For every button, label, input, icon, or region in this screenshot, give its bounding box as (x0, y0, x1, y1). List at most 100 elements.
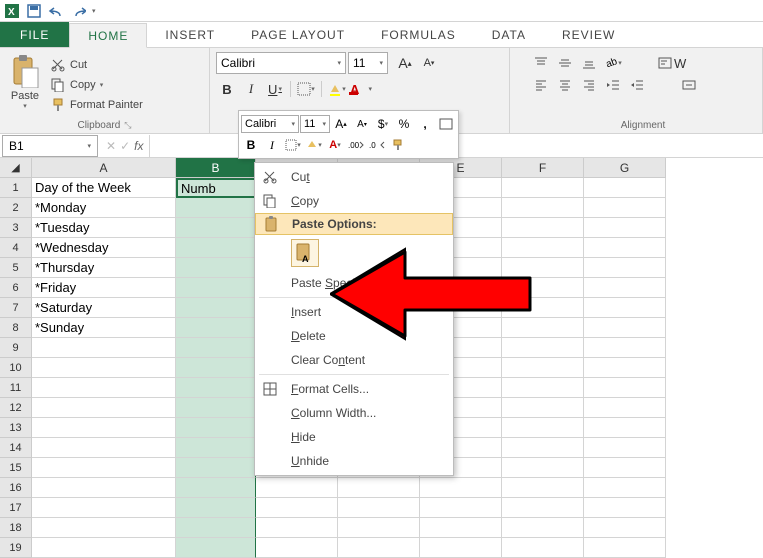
dialog-launcher-icon[interactable]: ⤡ (124, 120, 131, 130)
align-left-icon[interactable] (530, 74, 552, 96)
row-header[interactable]: 4 (0, 238, 32, 258)
cell[interactable] (584, 218, 666, 238)
cell[interactable] (420, 498, 502, 518)
mini-borders-icon[interactable]: ▾ (283, 136, 303, 154)
row-header[interactable]: 9 (0, 338, 32, 358)
decrease-indent-icon[interactable] (602, 74, 624, 96)
mini-italic-button[interactable]: I (262, 136, 282, 154)
align-right-icon[interactable] (578, 74, 600, 96)
merge-center-button[interactable] (682, 74, 696, 96)
align-middle-icon[interactable] (554, 52, 576, 74)
row-header[interactable]: 8 (0, 318, 32, 338)
cell[interactable] (502, 338, 584, 358)
tab-review[interactable]: REVIEW (544, 22, 633, 47)
fx-icon[interactable]: fx (134, 139, 143, 153)
cell[interactable] (584, 278, 666, 298)
cell[interactable] (584, 438, 666, 458)
cell[interactable] (338, 518, 420, 538)
cell[interactable] (32, 398, 176, 418)
increase-font-icon[interactable]: A▴ (394, 52, 416, 74)
cell[interactable]: *Thursday (32, 258, 176, 278)
tab-file[interactable]: FILE (0, 22, 69, 47)
name-box[interactable]: B1▾ (2, 135, 98, 157)
cell[interactable] (502, 318, 584, 338)
mini-decrease-font-icon[interactable]: A▾ (352, 115, 372, 133)
cell[interactable]: *Wednesday (32, 238, 176, 258)
format-painter-button[interactable]: Format Painter (50, 97, 143, 113)
mini-size-combo[interactable]: 11▾ (300, 115, 330, 133)
cell[interactable] (502, 218, 584, 238)
align-bottom-icon[interactable] (578, 52, 600, 74)
qat-customize-icon[interactable]: ▾ (92, 7, 96, 15)
cell[interactable] (502, 178, 584, 198)
row-header[interactable]: 6 (0, 278, 32, 298)
paste-dropdown-icon[interactable]: ▾ (23, 102, 27, 110)
row-header[interactable]: 5 (0, 258, 32, 278)
cell[interactable] (338, 538, 420, 558)
cell[interactable] (338, 478, 420, 498)
cell[interactable] (502, 478, 584, 498)
cell[interactable] (584, 198, 666, 218)
paste-option-all[interactable]: A (291, 239, 319, 267)
cell[interactable] (176, 218, 256, 238)
ctx-paste-special[interactable]: Paste Special... (255, 271, 453, 295)
cell[interactable] (176, 298, 256, 318)
copy-button[interactable]: Copy ▾ (50, 77, 143, 93)
cell[interactable] (502, 298, 584, 318)
cell[interactable] (32, 358, 176, 378)
font-name-combo[interactable]: Calibri▾ (216, 52, 346, 74)
tab-formulas[interactable]: FORMULAS (363, 22, 474, 47)
mini-font-color-icon[interactable]: A▾ (325, 136, 345, 154)
save-icon[interactable] (26, 3, 42, 19)
cell[interactable] (32, 498, 176, 518)
row-header[interactable]: 2 (0, 198, 32, 218)
ctx-unhide[interactable]: Unhide (255, 449, 453, 473)
mini-currency-icon[interactable]: $▾ (373, 115, 393, 133)
ctx-clear-contents[interactable]: Clear Content (255, 348, 453, 372)
cut-button[interactable]: Cut (50, 57, 143, 73)
cell[interactable] (176, 358, 256, 378)
cell[interactable] (584, 538, 666, 558)
decrease-font-icon[interactable]: A▾ (418, 52, 440, 74)
mini-dec2-icon[interactable]: .0 (367, 136, 387, 154)
cell[interactable] (502, 278, 584, 298)
row-header[interactable]: 14 (0, 438, 32, 458)
tab-data[interactable]: DATA (474, 22, 544, 47)
orientation-icon[interactable]: ab▾ (602, 52, 624, 74)
cell[interactable] (176, 378, 256, 398)
italic-button[interactable]: I (240, 78, 262, 100)
cell[interactable] (420, 538, 502, 558)
wrap-text-button[interactable]: W (658, 52, 686, 74)
bold-button[interactable]: B (216, 78, 238, 100)
cell[interactable] (176, 498, 256, 518)
ctx-insert[interactable]: Insert (255, 300, 453, 324)
mini-font-combo[interactable]: Calibri▾ (241, 115, 299, 133)
cell[interactable] (502, 378, 584, 398)
cell[interactable] (502, 198, 584, 218)
row-header[interactable]: 3 (0, 218, 32, 238)
cell[interactable] (502, 238, 584, 258)
enter-icon[interactable]: ✓ (120, 139, 130, 153)
cell[interactable]: *Monday (32, 198, 176, 218)
row-header[interactable]: 12 (0, 398, 32, 418)
mini-comma-icon[interactable]: , (415, 115, 435, 133)
cell[interactable] (502, 418, 584, 438)
cell[interactable] (584, 338, 666, 358)
mini-merge-icon[interactable] (436, 115, 456, 133)
cell[interactable] (32, 538, 176, 558)
cell[interactable] (256, 498, 338, 518)
font-size-combo[interactable]: 11▾ (348, 52, 388, 74)
cell[interactable] (502, 538, 584, 558)
cell[interactable] (584, 498, 666, 518)
cell[interactable]: Numb (176, 178, 256, 198)
cell[interactable] (176, 318, 256, 338)
cell[interactable]: *Tuesday (32, 218, 176, 238)
cell[interactable] (32, 338, 176, 358)
cell[interactable] (502, 438, 584, 458)
mini-percent-icon[interactable]: % (394, 115, 414, 133)
mini-format-painter-icon[interactable] (388, 136, 408, 154)
row-header[interactable]: 15 (0, 458, 32, 478)
tab-insert[interactable]: INSERT (147, 22, 233, 47)
row-header[interactable]: 17 (0, 498, 32, 518)
ctx-column-width[interactable]: Column Width... (255, 401, 453, 425)
